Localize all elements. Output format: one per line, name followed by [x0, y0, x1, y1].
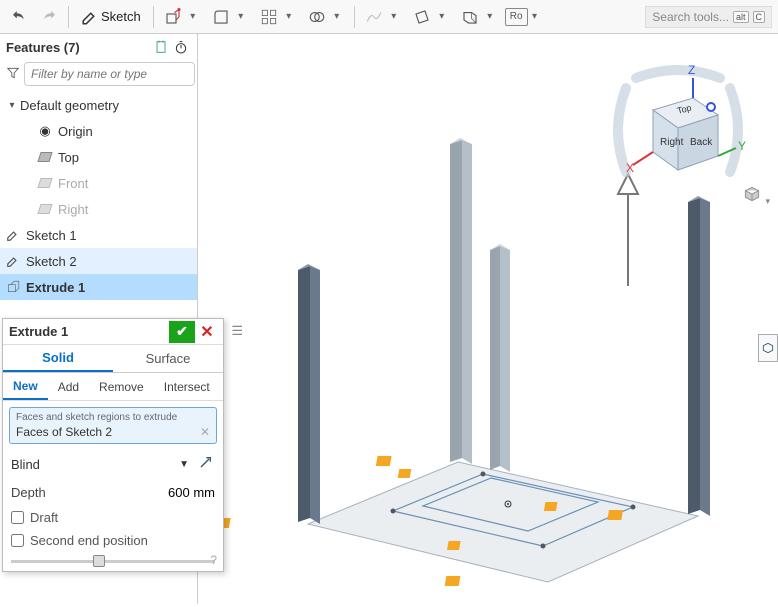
op-intersect[interactable]: Intersect: [154, 373, 220, 400]
undo-button[interactable]: [6, 4, 32, 30]
surface-dropdown[interactable]: ▾: [387, 4, 401, 30]
tree-top-plane[interactable]: Top: [0, 144, 197, 170]
sketch-icon: [4, 226, 22, 244]
boolean-tool-button[interactable]: [304, 4, 330, 30]
slider-thumb[interactable]: [93, 555, 105, 567]
toolbar: Sketch ▾ ▾ ▾ ▾ ▾ ▾ ▾ Ro ▾ Search tools..…: [0, 0, 778, 34]
feature-tree: ▾ Default geometry ◉ Origin Top Front Ri…: [0, 92, 197, 300]
viewcube[interactable]: Right Back Top X Y Z: [608, 60, 748, 200]
sheetmetal-tool-button[interactable]: [457, 4, 483, 30]
tree-label: Right: [58, 202, 88, 217]
features-title: Features (7): [6, 40, 80, 55]
stopwatch-icon[interactable]: [171, 37, 191, 57]
tab-solid[interactable]: Solid: [3, 345, 113, 372]
second-end-label: Second end position: [30, 533, 148, 548]
confirm-button[interactable]: ✔: [169, 321, 195, 343]
extrude-dialog: Extrude 1 ✔ ✕ ☰ Solid Surface New Add Re…: [2, 318, 224, 572]
tree-label: Top: [58, 150, 79, 165]
rollback-icon[interactable]: [151, 37, 171, 57]
sketch-icon: [4, 252, 22, 270]
plane-dropdown[interactable]: ▾: [435, 4, 449, 30]
sheetmetal-dropdown[interactable]: ▾: [483, 4, 497, 30]
extrude-dropdown[interactable]: ▾: [186, 4, 200, 30]
dialog-menu-icon[interactable]: ☰: [231, 323, 243, 339]
draft-label: Draft: [30, 510, 58, 525]
dialog-title: Extrude 1: [9, 324, 68, 339]
filter-input[interactable]: [24, 62, 195, 86]
tree-right-plane[interactable]: Right: [0, 196, 197, 222]
op-add[interactable]: Add: [48, 373, 89, 400]
tree-sketch2[interactable]: Sketch 2: [0, 248, 197, 274]
second-end-checkbox[interactable]: [11, 534, 24, 547]
fillet-tool-button[interactable]: [208, 4, 234, 30]
draft-checkbox-row[interactable]: Draft: [3, 506, 223, 529]
op-new[interactable]: New: [3, 373, 48, 400]
search-tools[interactable]: Search tools... alt C: [645, 6, 772, 28]
tree-label: Sketch 1: [26, 228, 77, 243]
clear-selection-icon[interactable]: ✕: [200, 425, 210, 439]
chevron-down-icon[interactable]: ▼: [179, 459, 189, 470]
end-type-select[interactable]: Blind: [11, 457, 40, 472]
depth-label: Depth: [11, 485, 46, 500]
viewport[interactable]: Right Back Top X Y Z ▾: [198, 34, 778, 604]
draft-checkbox[interactable]: [11, 511, 24, 524]
plane-icon: [36, 174, 54, 192]
surface-tool-button[interactable]: [361, 4, 387, 30]
tree-label: Extrude 1: [26, 280, 85, 295]
frame-tool-button[interactable]: Ro: [505, 8, 528, 26]
direction-toggle-icon[interactable]: [195, 455, 215, 474]
sketch-label: Sketch: [101, 9, 141, 24]
plane-icon: [36, 148, 54, 166]
selection-label: Faces and sketch regions to extrude: [16, 412, 210, 423]
tree-label: Origin: [58, 124, 93, 139]
tree-extrude1[interactable]: Extrude 1: [0, 274, 197, 300]
tree-label: Front: [58, 176, 88, 191]
axis-x: X: [626, 161, 634, 175]
cancel-button[interactable]: ✕: [197, 321, 217, 343]
selection-field[interactable]: Faces and sketch regions to extrude Face…: [9, 407, 217, 444]
fillet-dropdown[interactable]: ▾: [234, 4, 248, 30]
sketch-tool-button[interactable]: Sketch: [75, 4, 147, 30]
render-mode-button[interactable]: ▾: [742, 184, 770, 207]
extrude-tool-button[interactable]: [160, 4, 186, 30]
extrude-icon: [4, 278, 22, 296]
redo-button[interactable]: [36, 4, 62, 30]
op-remove[interactable]: Remove: [89, 373, 154, 400]
tree-origin[interactable]: ◉ Origin: [0, 118, 197, 144]
plane-icon: [36, 200, 54, 218]
boolean-dropdown[interactable]: ▾: [330, 4, 344, 30]
depth-input[interactable]: [135, 485, 215, 500]
second-end-checkbox-row[interactable]: Second end position: [3, 529, 223, 552]
viewcube-right: Right: [660, 137, 684, 148]
origin-icon: ◉: [36, 122, 54, 140]
search-placeholder: Search tools...: [652, 10, 729, 24]
depth-slider[interactable]: [11, 560, 215, 563]
pattern-dropdown[interactable]: ▾: [282, 4, 296, 30]
viewcube-back: Back: [690, 137, 713, 148]
plane-tool-button[interactable]: [409, 4, 435, 30]
tree-default-geometry[interactable]: ▾ Default geometry: [0, 92, 197, 118]
selection-value: Faces of Sketch 2: [16, 425, 210, 439]
tree-label: Sketch 2: [26, 254, 77, 269]
tree-sketch1[interactable]: Sketch 1: [0, 222, 197, 248]
pattern-tool-button[interactable]: [256, 4, 282, 30]
tree-label: Default geometry: [20, 98, 119, 113]
end-type-value: Blind: [11, 457, 40, 472]
tab-surface[interactable]: Surface: [113, 345, 223, 372]
axis-y: Y: [738, 139, 746, 153]
kbd-alt: alt: [733, 11, 749, 23]
help-icon[interactable]: ?: [210, 553, 217, 567]
kbd-c: C: [753, 11, 766, 23]
filter-icon[interactable]: [6, 66, 20, 83]
chevron-down-icon[interactable]: ▾: [4, 100, 20, 111]
axis-z: Z: [688, 63, 695, 77]
frame-dropdown[interactable]: ▾: [528, 4, 542, 30]
tree-front-plane[interactable]: Front: [0, 170, 197, 196]
side-panel-toggle[interactable]: [758, 334, 778, 362]
